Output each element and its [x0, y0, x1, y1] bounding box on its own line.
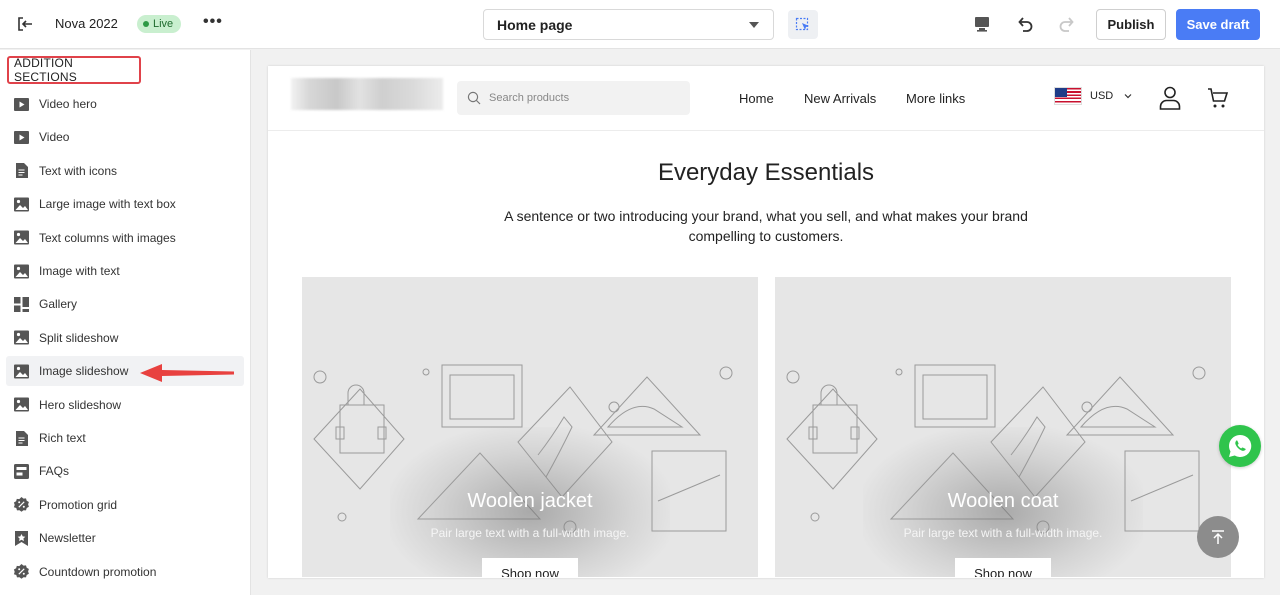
search-icon: [467, 91, 481, 105]
sidebar-item-label: Promotion grid: [39, 497, 118, 512]
sidebar-item-newsletter[interactable]: Newsletter: [6, 523, 244, 553]
sidebar-item-hero-slideshow[interactable]: Hero slideshow: [6, 390, 244, 420]
sidebar-item-label: Text columns with images: [39, 230, 176, 245]
sidebar-item-large-image-with-text-box[interactable]: Large image with text box: [6, 189, 244, 219]
shop-now-button[interactable]: Shop now: [955, 558, 1051, 577]
chevron-down-icon: [1124, 94, 1132, 99]
redo-icon: [1059, 17, 1074, 32]
image-icon: [13, 363, 30, 380]
image-icon: [13, 263, 30, 280]
card-title: Woolen coat: [947, 490, 1059, 512]
live-status-badge: Live: [137, 15, 182, 33]
sections-sidebar: ADDITION SECTIONS Video hero Video Text wi…: [0, 50, 251, 595]
currency-selector[interactable]: USD: [1054, 87, 1133, 105]
currency-label: USD: [1090, 90, 1114, 102]
search-placeholder: Search products: [489, 92, 570, 104]
sidebar-item-video[interactable]: Video: [6, 122, 244, 152]
sidebar-item-label: FAQs: [39, 464, 70, 479]
cart-icon[interactable]: [1206, 86, 1230, 115]
editor-topbar: Nova 2022 Live ••• Home page Publish Sav…: [0, 0, 1280, 49]
document-icon: [13, 430, 30, 447]
exit-icon[interactable]: [16, 15, 34, 33]
us-flag-icon: [1054, 87, 1082, 105]
sidebar-item-label: Video: [39, 130, 70, 145]
sidebar-item-gallery[interactable]: Gallery: [6, 289, 244, 319]
more-options-button[interactable]: •••: [203, 13, 223, 31]
undo-button[interactable]: [1014, 13, 1036, 35]
card-description: Pair large text with a full-width image.: [430, 526, 630, 540]
image-icon: [13, 396, 30, 413]
play-icon: [13, 96, 30, 113]
document-icon: [13, 162, 30, 179]
star-badge-icon: [13, 530, 30, 547]
sidebar-item-countdown-promotion[interactable]: Countdown promotion: [6, 557, 244, 587]
collection-card[interactable]: Woolen jacket Pair large text with a ful…: [302, 277, 758, 577]
sidebar-item-label: Rich text: [39, 431, 86, 445]
sidebar-item-promotion-grid[interactable]: Promotion grid: [6, 490, 244, 520]
sidebar-item-label: Newsletter: [39, 531, 96, 546]
faq-icon: [13, 463, 30, 480]
whatsapp-chat-button[interactable]: [1219, 425, 1261, 467]
cursor-select-icon: [795, 17, 809, 30]
percent-icon: [13, 563, 30, 580]
live-dot-icon: [143, 21, 149, 27]
sidebar-item-label: Gallery: [39, 297, 78, 312]
addition-sections-heading: ADDITION SECTIONS: [7, 56, 141, 84]
arrow-up-icon: [1212, 530, 1224, 544]
sidebar-item-label: Text with icons: [39, 163, 118, 178]
sidebar-item-label: Video hero: [39, 97, 97, 111]
scroll-to-top-button[interactable]: [1197, 516, 1239, 558]
image-icon: [13, 196, 30, 213]
card-description: Pair large text with a full-width image.: [903, 526, 1103, 540]
page-select-dropdown[interactable]: Home page: [483, 9, 774, 40]
sidebar-item-label: Large image with text box: [39, 197, 176, 212]
nav-link-home[interactable]: Home: [739, 91, 774, 106]
monitor-icon: [975, 17, 989, 32]
play-icon: [13, 129, 30, 146]
sidebar-item-split-slideshow[interactable]: Split slideshow: [6, 323, 244, 353]
grid-icon: [13, 296, 30, 313]
sidebar-item-image-with-text[interactable]: Image with text: [6, 256, 244, 286]
shop-now-button[interactable]: Shop now: [482, 558, 578, 577]
sidebar-item-label: Countdown promotion: [39, 564, 157, 579]
whatsapp-icon: [1229, 434, 1252, 457]
store-name: Nova 2022: [55, 16, 118, 31]
redo-button[interactable]: [1056, 13, 1078, 35]
store-search-input[interactable]: Search products: [457, 81, 690, 115]
sidebar-item-faqs[interactable]: FAQs: [6, 456, 244, 486]
card-title: Woolen jacket: [467, 490, 593, 512]
red-arrow-annotation: [140, 364, 234, 382]
inspect-select-button[interactable]: [788, 10, 818, 39]
undo-icon: [1018, 17, 1033, 32]
store-header: Search products Home New Arrivals More l…: [268, 66, 1264, 131]
sidebar-item-label: Image slideshow: [39, 364, 129, 379]
sidebar-item-label: Split slideshow: [39, 330, 119, 345]
page-select-value: Home page: [497, 16, 573, 33]
nav-link-new-arrivals[interactable]: New Arrivals: [804, 91, 876, 106]
sidebar-item-text-with-icons[interactable]: Text with icons: [6, 156, 244, 186]
collection-card[interactable]: Woolen coat Pair large text with a full-…: [775, 277, 1231, 577]
percent-icon: [13, 496, 30, 513]
store-preview-canvas[interactable]: Search products Home New Arrivals More l…: [268, 66, 1264, 578]
sidebar-item-rich-text[interactable]: Rich text: [6, 423, 244, 453]
desktop-preview-button[interactable]: [971, 13, 993, 35]
image-icon: [13, 229, 30, 246]
section-subtitle: A sentence or two introducing your brand…: [504, 208, 1028, 244]
section-title: Everyday Essentials: [657, 159, 875, 186]
publish-button[interactable]: Publish: [1096, 9, 1166, 40]
account-icon[interactable]: [1158, 85, 1182, 116]
sidebar-item-label: Hero slideshow: [39, 397, 122, 412]
nav-link-more-links[interactable]: More links: [906, 91, 965, 106]
save-draft-button[interactable]: Save draft: [1176, 9, 1260, 40]
live-label: Live: [153, 18, 174, 30]
chevron-down-icon: [749, 22, 759, 28]
sidebar-item-text-columns-with-images[interactable]: Text columns with images: [6, 223, 244, 253]
image-icon: [13, 329, 30, 346]
store-logo[interactable]: [291, 78, 443, 110]
sidebar-item-label: Image with text: [39, 264, 120, 278]
sidebar-item-video-hero[interactable]: Video hero: [6, 89, 244, 119]
